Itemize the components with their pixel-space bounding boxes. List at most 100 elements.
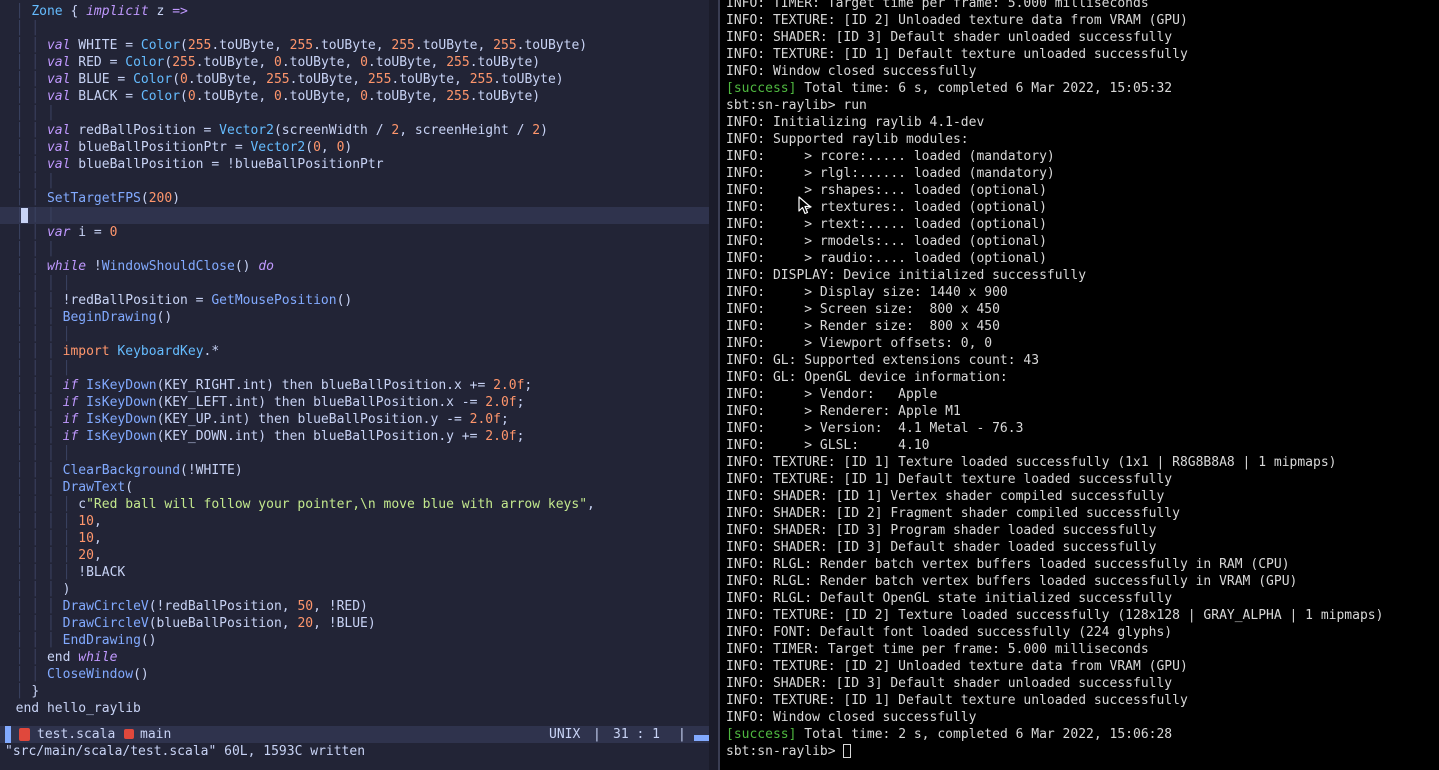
- code-token: BLACK =: [70, 89, 141, 104]
- code-line[interactable]: │ │ │ │: [0, 445, 709, 462]
- code-line[interactable]: │ │ │ if IsKeyDown(KEY_RIGHT.int) then b…: [0, 377, 709, 394]
- code-token: val: [46, 123, 71, 138]
- code-line[interactable]: │ │ val redBallPosition = Vector2(screen…: [0, 122, 709, 139]
- code-line[interactable]: │ │ val RED = Color(255.toUByte, 0.toUBy…: [0, 54, 709, 71]
- code-line[interactable]: │ │ │ │ 10,: [0, 530, 709, 547]
- code-line[interactable]: │ │ │ if IsKeyDown(KEY_UP.int) then blue…: [0, 411, 709, 428]
- command-line-message[interactable]: "src/main/scala/test.scala" 60L, 1593C w…: [5, 743, 365, 760]
- code-line[interactable]: │ │ │ ClearBackground(!WHITE): [0, 462, 709, 479]
- code-line[interactable]: │ │ val blueBallPosition = !blueBallPosi…: [0, 156, 709, 173]
- code-line[interactable]: │ │: [0, 20, 709, 37]
- code-line[interactable]: │ │ CloseWindow(): [0, 666, 709, 683]
- code-line[interactable]: │ │ │ !redBallPosition = GetMousePositio…: [0, 292, 709, 309]
- code-line[interactable]: │ │ │ │ 10,: [0, 513, 709, 530]
- code-line[interactable]: │ Zone { implicit z =>: [0, 3, 709, 20]
- code-line[interactable]: │ │ │: [0, 105, 709, 122]
- code-token: (): [336, 293, 353, 308]
- code-line[interactable]: │ │ │ if IsKeyDown(KEY_DOWN.int) then bl…: [0, 428, 709, 445]
- indent-guide: │ │ │: [0, 633, 63, 648]
- code-token: .toUByte,: [313, 38, 392, 53]
- indent-guide: │ │ │: [0, 412, 63, 427]
- code-token: (!redBallPosition,: [148, 599, 298, 614]
- terminal-text: INFO: TEXTURE: [ID 1] Default texture lo…: [726, 472, 1173, 487]
- code-line[interactable]: │ │ │ │: [0, 326, 709, 343]
- terminal-pane[interactable]: INFO: TIMER: Target time per frame: 5.00…: [720, 0, 1439, 770]
- code-line[interactable]: │ │ │ EndDrawing(): [0, 632, 709, 649]
- code-token: 0: [187, 89, 196, 104]
- code-token: .toUByte): [516, 38, 588, 53]
- code-editor-pane[interactable]: │ Zone { implicit z => │ │ │ │ val WHITE…: [0, 0, 709, 770]
- code-line[interactable]: │ │ │ DrawCircleV(!redBallPosition, 50, …: [0, 598, 709, 615]
- code-line[interactable]: │ │ │: [0, 173, 709, 190]
- terminal-text: sbt:sn-raylib> run: [726, 98, 867, 113]
- code-token: var: [46, 225, 71, 240]
- indent-guide: │: [0, 4, 32, 19]
- code-token: (KEY_LEFT.int) then blueBallPosition.x -…: [156, 395, 486, 410]
- success-tag: [success]: [726, 727, 797, 742]
- terminal-line: INFO: SHADER: [ID 3] Default shader unlo…: [726, 675, 1383, 692]
- code-token: ): [540, 123, 548, 138]
- code-token: WHITE =: [70, 38, 141, 53]
- code-line[interactable]: │ │ │ │: [0, 275, 709, 292]
- code-line[interactable]: │ │ │ if IsKeyDown(KEY_LEFT.int) then bl…: [0, 394, 709, 411]
- indent-guide: │ │ │: [0, 106, 55, 121]
- code-token: (: [180, 38, 188, 53]
- code-line[interactable]: │ │ val BLUE = Color(0.toUByte, 255.toUB…: [0, 71, 709, 88]
- code-token: EndDrawing: [62, 633, 141, 648]
- code-token: !: [86, 259, 102, 274]
- code-line[interactable]: │ │ while !WindowShouldClose() do: [0, 258, 709, 275]
- code-line[interactable]: │ │ val BLACK = Color(0.toUByte, 0.toUBy…: [0, 88, 709, 105]
- code-token: 0: [273, 55, 282, 70]
- code-line[interactable]: │ │ │ ): [0, 581, 709, 598]
- code-token: 50: [297, 599, 314, 614]
- terminal-output: INFO: TIMER: Target time per frame: 5.00…: [726, 0, 1383, 760]
- code-line[interactable]: │ │ │ │: [0, 360, 709, 377]
- code-line[interactable]: │ │ │ │ c"Red ball will follow your poin…: [0, 496, 709, 513]
- code-token: .toUByte,: [195, 89, 274, 104]
- code-line[interactable]: end hello_raylib: [0, 700, 709, 717]
- terminal-line: INFO: TIMER: Target time per frame: 5.00…: [726, 641, 1383, 658]
- code-token: while: [78, 650, 118, 665]
- code-line[interactable]: │ }: [0, 683, 709, 700]
- terminal-line: INFO: > rmodels:... loaded (optional): [726, 233, 1383, 250]
- indent-guide: │ │ │: [0, 582, 63, 597]
- code-line[interactable]: │ │ var i = 0: [0, 224, 709, 241]
- code-token: ,: [93, 548, 102, 563]
- code-token: if: [62, 429, 79, 444]
- terminal-prompt-line[interactable]: sbt:sn-raylib>: [726, 743, 1383, 760]
- code-line[interactable]: │ │ │ DrawCircleV(blueBallPosition, 20, …: [0, 615, 709, 632]
- code-line[interactable]: │ │ val WHITE = Color(255.toUByte, 255.t…: [0, 37, 709, 54]
- code-line[interactable]: │ │ │ BeginDrawing(): [0, 309, 709, 326]
- indent-guide: │ │ │: [0, 344, 63, 359]
- terminal-line: INFO: SHADER: [ID 2] Fragment shader com…: [726, 505, 1383, 522]
- code-token: 2: [532, 123, 541, 138]
- code-line[interactable]: │ │ │ │ !BLACK: [0, 564, 709, 581]
- code-token: GetMousePosition: [211, 293, 337, 308]
- code-line[interactable]: │ │ │: [0, 241, 709, 258]
- code-line[interactable]: │ │ │ DrawText(: [0, 479, 709, 496]
- code-line[interactable]: │ │ SetTargetFPS(200): [0, 190, 709, 207]
- indent-guide: │ │: [0, 157, 47, 172]
- terminal-text: INFO: > rlgl:...... loaded (mandatory): [726, 166, 1055, 181]
- code-line[interactable]: │ │ │ │ 20,: [0, 547, 709, 564]
- terminal-line: INFO: > raudio:.... loaded (optional): [726, 250, 1383, 267]
- code-token: "Red ball will follow your pointer,\n mo…: [86, 497, 588, 512]
- code-token: .toUByte,: [414, 38, 494, 53]
- code-token: .toUByte): [469, 89, 541, 104]
- code-token: 0: [109, 225, 118, 240]
- code-token: ): [344, 140, 353, 155]
- code-token: (): [140, 633, 157, 648]
- code-token: Vector2: [250, 140, 306, 155]
- code-token: RED =: [70, 55, 126, 70]
- code-token: BLUE =: [70, 72, 134, 87]
- code-token: end hello_raylib: [0, 701, 141, 716]
- code-line[interactable]: │ │ │: [0, 207, 709, 224]
- code-line[interactable]: │ │ end while: [0, 649, 709, 666]
- terminal-text: INFO: SHADER: [ID 1] Vertex shader compi…: [726, 489, 1165, 504]
- code-line[interactable]: │ │ val blueBallPositionPtr = Vector2(0,…: [0, 139, 709, 156]
- code-line[interactable]: │ │ │ import KeyboardKey.*: [0, 343, 709, 360]
- terminal-text: INFO: GL: Supported extensions count: 43: [726, 353, 1040, 368]
- terminal-text: INFO: Initializing raylib 4.1-dev: [726, 115, 985, 130]
- code-token: {: [62, 4, 87, 19]
- code-buffer[interactable]: │ Zone { implicit z => │ │ │ │ val WHITE…: [0, 3, 709, 717]
